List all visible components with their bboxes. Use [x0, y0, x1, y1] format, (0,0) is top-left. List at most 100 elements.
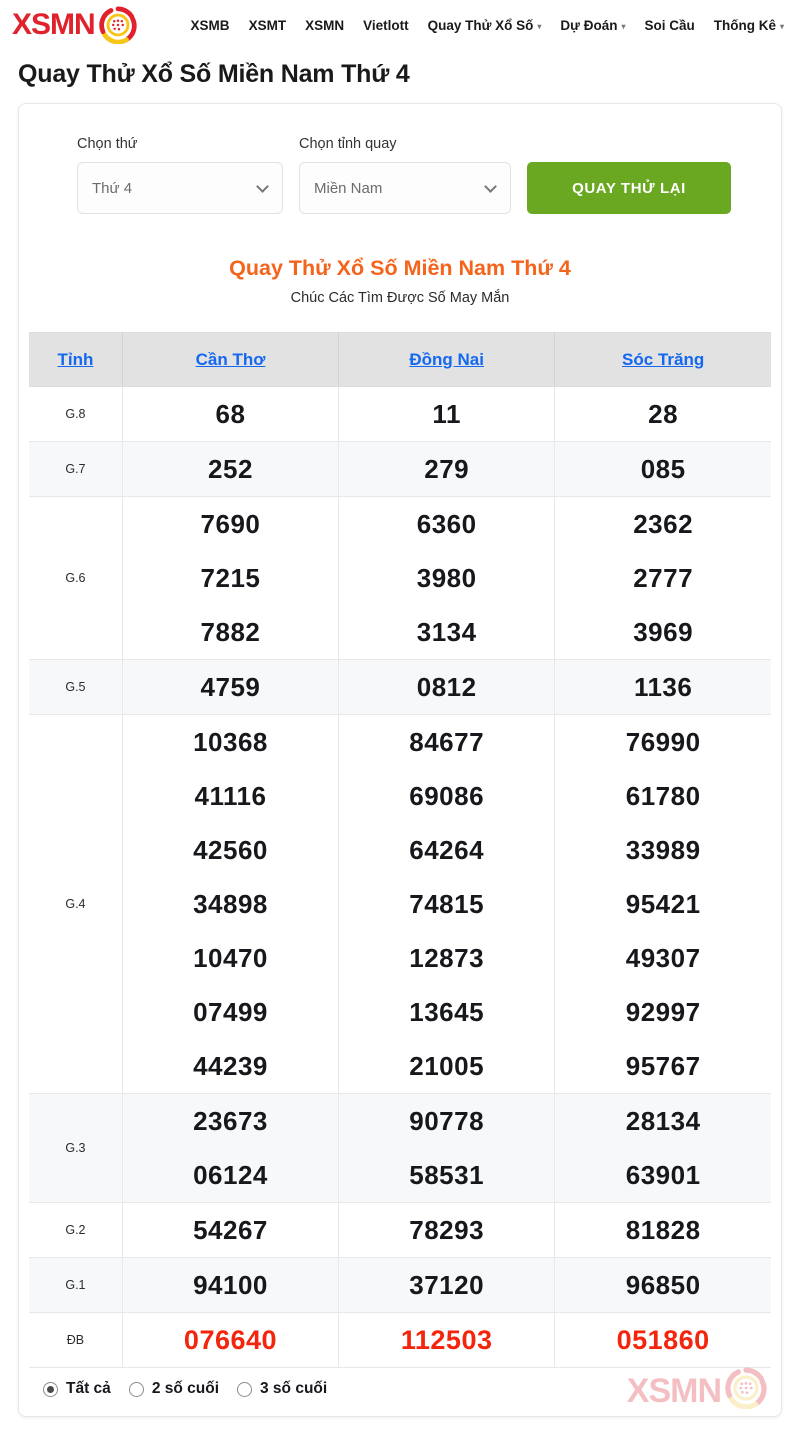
- filter-option-label: Tất cả: [66, 1380, 111, 1397]
- filter-option-2[interactable]: 3 số cuối: [237, 1380, 327, 1398]
- chevron-down-icon: ▾: [621, 21, 626, 31]
- prize-number: 112503: [400, 1325, 493, 1355]
- filter-option-1[interactable]: 2 số cuối: [128, 1380, 219, 1398]
- prize-number: 3134: [416, 617, 477, 647]
- day-select[interactable]: Thứ 4: [77, 162, 283, 214]
- prize-number-cell: 96850: [554, 1257, 771, 1313]
- prize-number: 58531: [409, 1160, 485, 1190]
- column-header-tinh: Tỉnh: [29, 332, 123, 387]
- prize-number-cell: 4759: [122, 659, 340, 715]
- brand-logo[interactable]: XSMN: [12, 6, 137, 45]
- brand-text: XSMN: [12, 8, 96, 41]
- prize-label: G.7: [29, 441, 123, 497]
- nav-label: XSMN: [305, 17, 345, 33]
- filter-option-0[interactable]: Tất cả: [43, 1380, 111, 1398]
- prize-number-cell: 051860: [554, 1312, 771, 1368]
- column-header-link[interactable]: Cần Thơ: [196, 350, 266, 369]
- prize-number-cell: 085: [554, 441, 771, 497]
- prize-number: 61780: [625, 781, 701, 811]
- prize-number: 0812: [416, 672, 477, 702]
- prize-number-cell: 76990 61780 33989 95421 49307 92997 95767: [554, 714, 771, 1094]
- main-navigation: XSMB XSMT XSMN Vietlott Quay Thử Xổ Số ▾…: [191, 18, 790, 33]
- prize-number: 90778: [409, 1106, 485, 1136]
- prize-number: 49307: [625, 943, 701, 973]
- radio-button-icon[interactable]: [43, 1381, 58, 1397]
- nav-item-thong-ke[interactable]: Thống Kê ▾: [714, 18, 784, 33]
- prize-number: 10470: [193, 943, 268, 973]
- prize-label: ĐB: [29, 1312, 123, 1368]
- prize-number-cell: 28134 63901: [554, 1093, 771, 1203]
- prize-number-cell: 7690 7215 7882: [122, 496, 340, 660]
- prize-label: G.4: [29, 714, 123, 1094]
- prize-number-cell: 90778 58531: [338, 1093, 556, 1203]
- column-header-link[interactable]: Tỉnh: [57, 350, 93, 369]
- prize-number: 06124: [193, 1160, 268, 1190]
- prize-number: 4759: [200, 672, 261, 702]
- prize-number: 76990: [625, 727, 701, 757]
- prize-number: 07499: [193, 997, 268, 1027]
- result-heading: Quay Thử Xổ Số Miền Nam Thứ 4: [229, 256, 571, 280]
- prize-label: G.6: [29, 496, 123, 660]
- prize-number: 28: [648, 399, 679, 429]
- prize-number-cell: 112503: [338, 1312, 556, 1368]
- radio-button-icon[interactable]: [237, 1381, 252, 1397]
- nav-item-soi-cau[interactable]: Soi Cầu: [644, 18, 694, 33]
- prize-number: 13645: [409, 997, 485, 1027]
- result-subtitle: Chúc Các Tìm Được Số May Mắn: [290, 290, 510, 306]
- prize-number-cell: 28: [554, 386, 771, 442]
- prize-number: 34898: [193, 889, 268, 919]
- prize-number: 37120: [409, 1270, 485, 1300]
- column-header-link[interactable]: Sóc Trăng: [622, 350, 704, 369]
- prize-number: 11: [432, 399, 461, 429]
- nav-item-quay-thu-xo-so[interactable]: Quay Thử Xổ Số ▾: [428, 18, 542, 33]
- table-body: G.8 68 11 28 G.7 252 279 085 G.6 7690 7215 7882 6360…: [29, 386, 771, 1368]
- prize-number: 96850: [625, 1270, 701, 1300]
- nav-label: Thống Kê: [713, 17, 776, 33]
- prize-number-cell: 54267: [122, 1202, 340, 1258]
- prize-number: 95421: [625, 889, 701, 919]
- prize-number-cell: 37120: [338, 1257, 556, 1313]
- chevron-down-icon: ▾: [779, 21, 784, 31]
- prize-number: 3969: [633, 617, 694, 647]
- digit-filter-group: Tất cả 2 số cuối 3 số cuối: [29, 1368, 771, 1408]
- prize-number: 10368: [193, 727, 268, 757]
- radio-button-icon[interactable]: [128, 1381, 144, 1397]
- prize-number: 279: [424, 454, 470, 484]
- nav-item-du-doan[interactable]: Dự Đoán ▾: [560, 18, 625, 33]
- prize-number: 7215: [200, 563, 261, 593]
- table-row: G.1 94100 37120 96850: [29, 1257, 771, 1313]
- prize-number: 41116: [194, 781, 267, 811]
- chevron-down-icon: [484, 180, 497, 193]
- day-select-value: Thứ 4: [92, 179, 133, 197]
- prize-number: 64264: [409, 835, 485, 865]
- table-row: G.5 4759 0812 1136: [29, 659, 771, 715]
- prize-number-cell: 2362 2777 3969: [554, 496, 771, 660]
- prize-number: 1136: [633, 672, 693, 702]
- prize-number-cell: 68: [122, 386, 340, 442]
- column-header-soc-trang: Sóc Trăng: [554, 332, 771, 387]
- prize-number: 12873: [409, 943, 485, 973]
- prize-number: 92997: [625, 997, 701, 1027]
- prize-number-cell: 81828: [554, 1202, 771, 1258]
- prize-number: 84677: [409, 727, 485, 757]
- table-row: ĐB 076640 112503 051860: [29, 1312, 771, 1368]
- column-header-link[interactable]: Đồng Nai: [409, 350, 484, 369]
- nav-label: Vietlott: [363, 17, 409, 33]
- nav-item-xsmb[interactable]: XSMB: [191, 18, 230, 33]
- nav-item-vietlott[interactable]: Vietlott: [363, 18, 409, 33]
- table-row: G.6 7690 7215 7882 6360 3980 3134 2362 2777 3969: [29, 496, 771, 660]
- spin-again-button[interactable]: QUAY THỬ LẠI: [527, 162, 731, 214]
- province-select[interactable]: Miền Nam: [299, 162, 511, 214]
- prize-number: 7882: [200, 617, 261, 647]
- prize-number: 7690: [200, 509, 261, 539]
- prize-number-cell: 94100: [122, 1257, 340, 1313]
- prize-number: 252: [208, 454, 253, 484]
- nav-item-xsmt[interactable]: XSMT: [249, 18, 287, 33]
- chevron-down-icon: ▾: [537, 21, 542, 31]
- nav-label: XSMB: [190, 17, 230, 33]
- prize-number: 95767: [625, 1051, 701, 1081]
- prize-number: 78293: [409, 1215, 485, 1245]
- table-row: G.2 54267 78293 81828: [29, 1202, 771, 1258]
- table-row: G.7 252 279 085: [29, 441, 771, 497]
- nav-item-xsmn[interactable]: XSMN: [305, 18, 344, 33]
